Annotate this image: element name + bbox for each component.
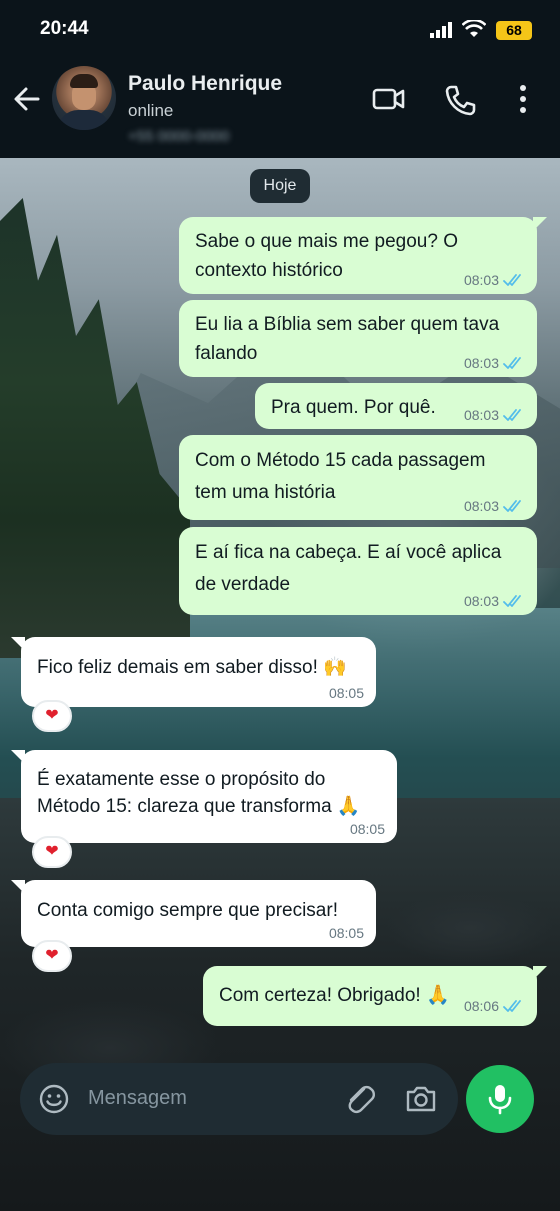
read-ticks-icon xyxy=(503,595,521,607)
message-time: 08:03 xyxy=(463,407,499,423)
mic-button[interactable] xyxy=(466,1065,534,1133)
message-meta: 08:03 xyxy=(464,498,525,514)
message-text: Fico feliz demais em saber disso! 🙌 xyxy=(37,657,347,678)
message-input[interactable]: Mensagem xyxy=(88,1087,187,1110)
wifi-icon xyxy=(461,18,487,43)
emoji-icon[interactable] xyxy=(38,1083,70,1115)
avatar[interactable] xyxy=(52,66,116,130)
message-bubble-outgoing[interactable]: Sabe o que mais me pegou? O contexto his… xyxy=(179,217,547,294)
message-time: 08:03 xyxy=(463,498,499,514)
message-time: 08:03 xyxy=(463,593,499,609)
mic-icon xyxy=(488,1085,512,1115)
status-time: 20:44 xyxy=(40,18,89,39)
battery-indicator: 68 xyxy=(496,21,532,40)
message-bubble-outgoing[interactable]: Eu lia a Bíblia sem saber quem tava fala… xyxy=(179,300,537,377)
message-meta: 08:05 xyxy=(329,925,364,941)
message-text: Eu lia a Bíblia sem saber quem tava fala… xyxy=(195,314,500,364)
message-meta: 08:06 xyxy=(464,998,525,1014)
message-bubble-outgoing[interactable]: Com certeza! Obrigado! 🙏 08:06 xyxy=(203,966,547,1026)
message-text: É exatamente esse o propósito do Método … xyxy=(37,769,361,817)
read-ticks-icon xyxy=(503,1000,521,1012)
message-bubble-incoming[interactable]: É exatamente esse o propósito do Método … xyxy=(11,750,397,843)
message-meta: 08:05 xyxy=(329,685,364,701)
message-bubble-outgoing[interactable]: E aí fica na cabeça. E aí você aplica de… xyxy=(179,527,537,615)
read-ticks-icon xyxy=(503,357,521,369)
message-meta: 08:03 xyxy=(464,272,525,288)
message-bubble-incoming[interactable]: Fico feliz demais em saber disso! 🙌 08:0… xyxy=(11,637,376,707)
message-time: 08:03 xyxy=(463,272,499,288)
message-bubble-outgoing[interactable]: Com o Método 15 cada passagem tem uma hi… xyxy=(179,435,537,520)
message-text: Sabe o que mais me pegou? O contexto his… xyxy=(195,231,459,281)
message-text: E aí fica na cabeça. E aí você aplica de… xyxy=(195,542,502,595)
read-ticks-icon xyxy=(503,500,521,512)
message-bubble-incoming[interactable]: Conta comigo sempre que precisar! 08:05 xyxy=(11,880,376,947)
message-input-bar: Mensagem xyxy=(20,1063,458,1135)
chat-header: Paulo Henrique online +55 0000-0000 xyxy=(0,58,560,158)
message-time: 08:03 xyxy=(463,355,499,371)
cell-signal-icon xyxy=(430,22,454,43)
camera-icon[interactable] xyxy=(404,1083,438,1115)
heart-reaction[interactable]: ❤ xyxy=(32,700,72,732)
message-time: 08:05 xyxy=(328,685,364,701)
read-ticks-icon xyxy=(503,409,521,421)
more-options-icon[interactable] xyxy=(506,84,540,114)
heart-reaction[interactable]: ❤ xyxy=(32,940,72,972)
heart-reaction[interactable]: ❤ xyxy=(32,836,72,868)
date-chip: Hoje xyxy=(250,169,310,203)
video-call-icon[interactable] xyxy=(372,84,406,114)
read-ticks-icon xyxy=(503,274,521,286)
message-text: Conta comigo sempre que precisar! xyxy=(37,900,338,921)
message-time: 08:05 xyxy=(328,925,364,941)
contact-phone: +55 0000-0000 xyxy=(128,128,230,145)
attach-icon[interactable] xyxy=(342,1081,378,1117)
message-meta: 08:03 xyxy=(464,355,525,371)
back-arrow-icon[interactable] xyxy=(12,84,42,114)
message-text: Com certeza! Obrigado! 🙏 xyxy=(219,985,450,1006)
message-meta: 08:05 xyxy=(350,821,385,837)
message-bubble-outgoing[interactable]: Pra quem. Por quê. 08:03 xyxy=(255,383,537,429)
voice-call-icon[interactable] xyxy=(444,84,478,116)
message-text: Pra quem. Por quê. xyxy=(271,397,436,418)
contact-name[interactable]: Paulo Henrique xyxy=(128,72,282,96)
message-meta: 08:03 xyxy=(464,593,525,609)
message-time: 08:06 xyxy=(463,998,499,1014)
status-bar: 20:44 68 xyxy=(0,0,560,58)
message-time: 08:05 xyxy=(349,821,385,837)
message-meta: 08:03 xyxy=(464,407,525,423)
contact-status: online xyxy=(128,101,174,120)
